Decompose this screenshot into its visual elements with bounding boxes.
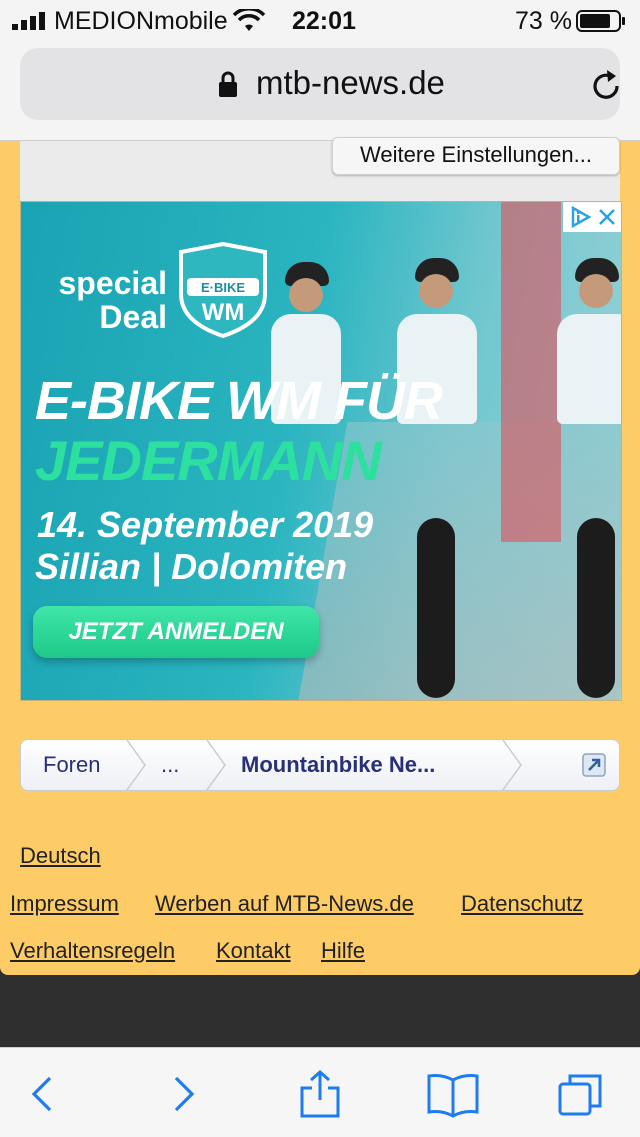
url-text[interactable]: mtb-news.de <box>256 64 445 102</box>
clock: 22:01 <box>292 7 356 35</box>
advertise-link[interactable]: Werben auf MTB-News.de <box>155 891 414 917</box>
contact-link[interactable]: Kontakt <box>216 938 291 964</box>
forward-icon[interactable] <box>158 1070 206 1118</box>
signal-strength-icon <box>12 12 45 30</box>
badge-line2: WM <box>202 299 245 326</box>
ad-headline-highlight: JEDERMANN <box>35 429 382 492</box>
ad-special-line2: Deal <box>99 299 167 335</box>
jump-to-icon[interactable] <box>581 752 607 778</box>
ad-location: Sillian | Dolomiten <box>35 546 348 587</box>
lock-icon <box>219 71 237 97</box>
impressum-link[interactable]: Impressum <box>10 891 119 917</box>
share-icon[interactable] <box>296 1070 344 1118</box>
reload-icon[interactable] <box>588 68 624 104</box>
status-bar: MEDIONmobile 22:01 73 % <box>0 0 640 40</box>
rules-link[interactable]: Verhaltensregeln <box>10 938 175 964</box>
ad-special-deal: special Deal <box>57 266 167 334</box>
back-icon[interactable] <box>20 1070 68 1118</box>
battery-percentage: 73 % <box>515 7 572 35</box>
help-link[interactable]: Hilfe <box>321 938 365 964</box>
language-link[interactable]: Deutsch <box>20 843 101 869</box>
ad-headline: E-BIKE WM FÜR <box>35 371 443 431</box>
ad-cta-button[interactable]: JETZT ANMELDEN <box>33 606 319 658</box>
breadcrumb-item-ellipsis[interactable]: ... <box>161 740 179 790</box>
ad-date: 14. September 2019 <box>37 504 374 545</box>
adchoices-icon[interactable] <box>571 206 591 228</box>
badge-line1: E·BIKE <box>201 280 245 295</box>
privacy-link[interactable]: Datenschutz <box>461 891 583 917</box>
advertisement-banner[interactable]: special Deal E·BIKE WM E-BIKE WM FÜR JED… <box>20 201 622 701</box>
breadcrumb: Foren ... Mountainbike Ne... <box>20 739 620 791</box>
ad-background-arch <box>501 202 561 542</box>
close-ad-icon[interactable] <box>597 206 617 228</box>
ad-choices[interactable] <box>563 202 621 232</box>
breadcrumb-separator <box>502 740 522 790</box>
tabs-icon[interactable] <box>556 1070 604 1118</box>
settings-area: Weitere Einstellungen... <box>20 137 620 201</box>
breadcrumb-separator <box>206 740 226 790</box>
more-settings-button[interactable]: Weitere Einstellungen... <box>332 137 620 175</box>
breadcrumb-separator <box>126 740 146 790</box>
breadcrumb-item-forums[interactable]: Foren <box>43 740 100 790</box>
carrier-name: MEDIONmobile <box>54 7 228 35</box>
breadcrumb-item-current[interactable]: Mountainbike Ne... <box>241 740 435 790</box>
browser-toolbar <box>0 1047 640 1137</box>
wifi-icon <box>232 9 266 31</box>
bookmarks-icon[interactable] <box>426 1070 480 1118</box>
address-bar[interactable]: mtb-news.de <box>20 48 620 120</box>
ebike-wm-badge: E·BIKE WM <box>179 242 267 338</box>
page-content: Weitere Einstellungen... special Deal E·… <box>0 137 640 975</box>
ad-special-line1: special <box>58 265 167 301</box>
battery-icon <box>576 10 625 32</box>
browser-header: mtb-news.de <box>0 40 640 141</box>
